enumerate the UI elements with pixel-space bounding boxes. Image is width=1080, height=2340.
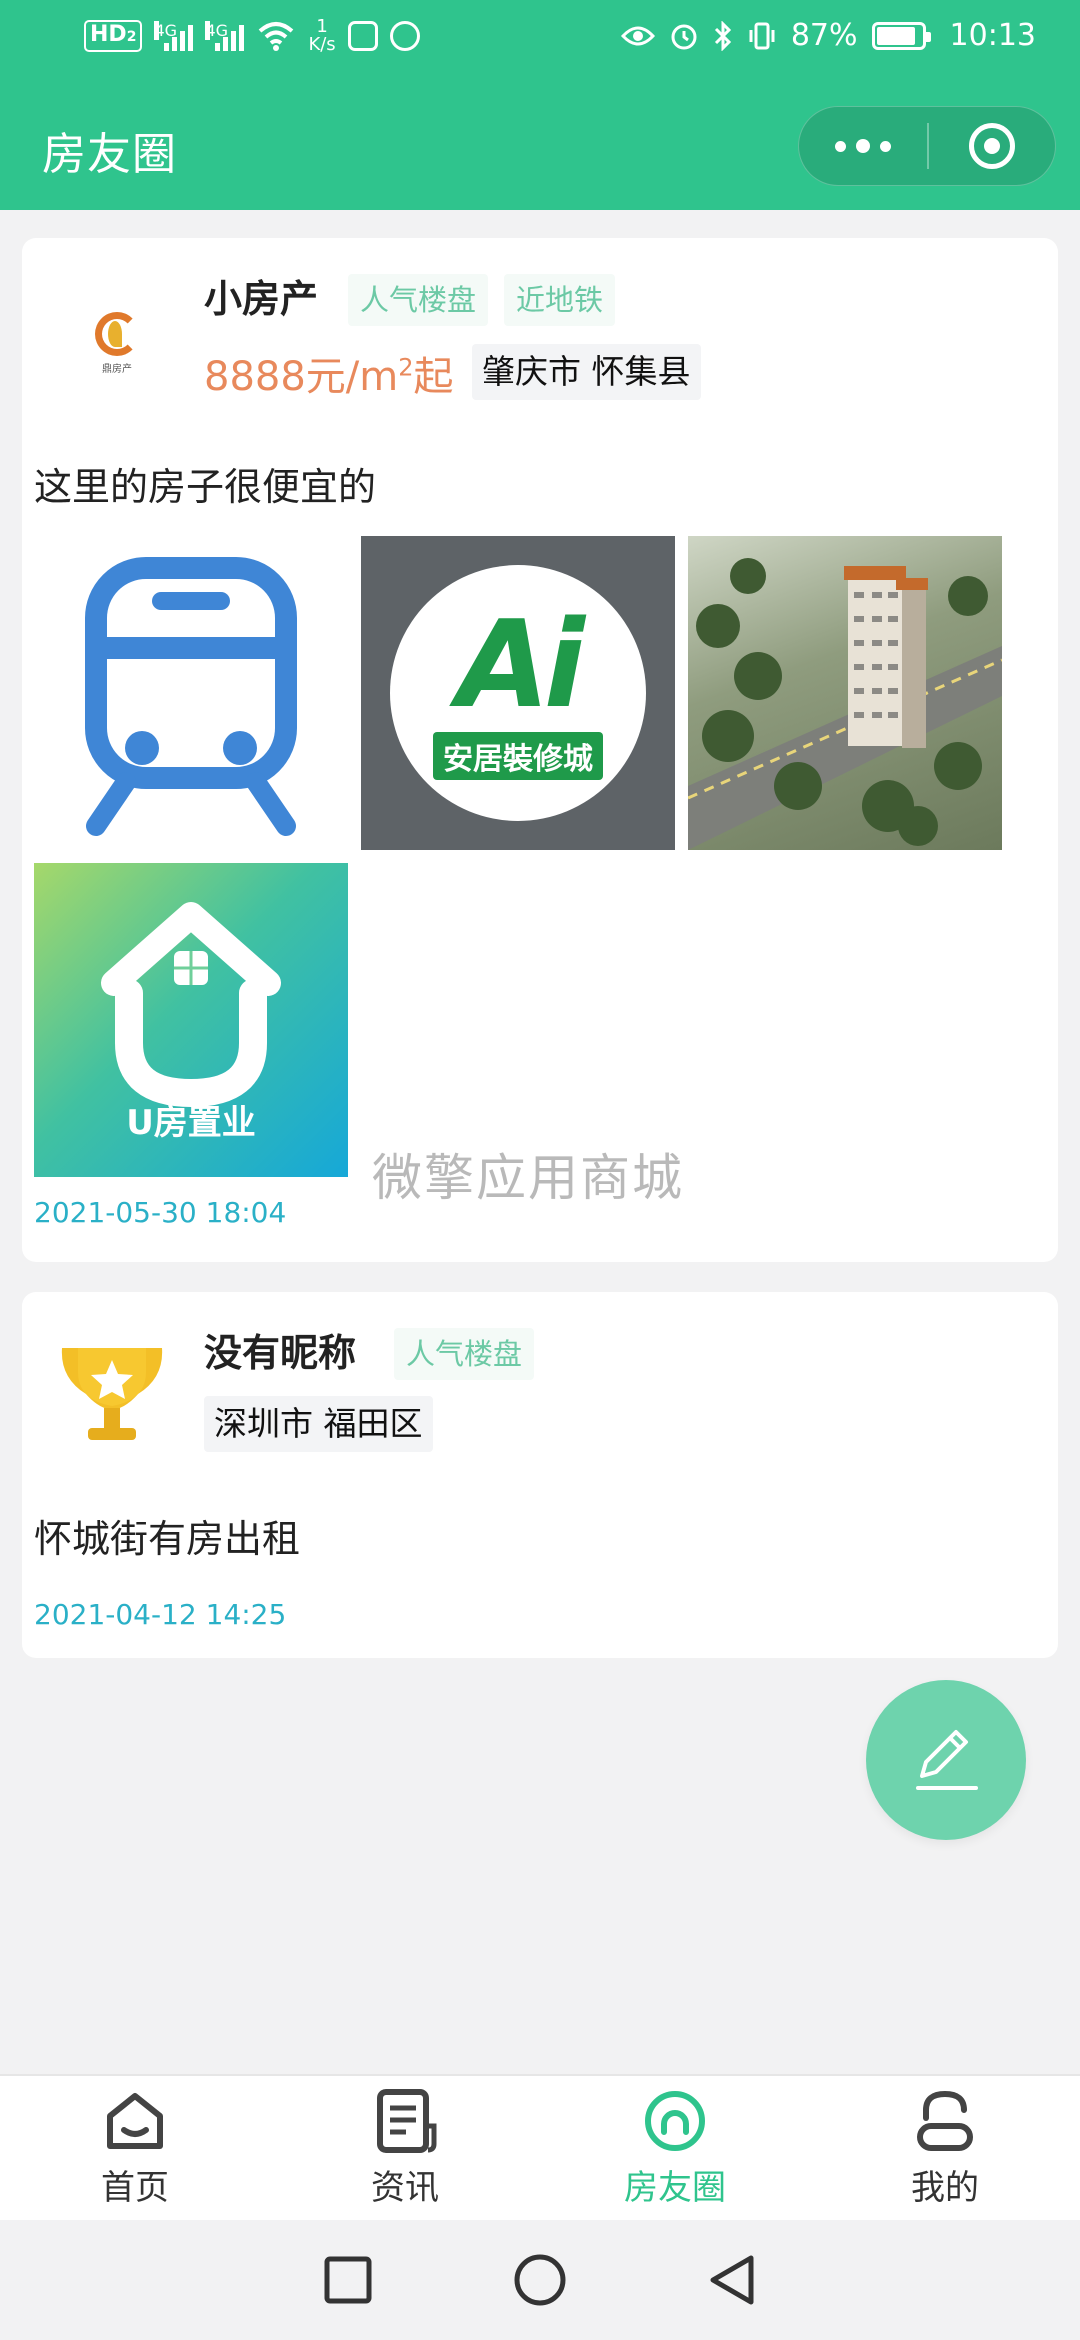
avatar[interactable]	[42, 1326, 182, 1456]
location-badge: 肇庆市 怀集县	[472, 344, 701, 400]
tab-home-label: 首页	[101, 2168, 169, 2208]
anju-logo-letters: Ai	[456, 596, 585, 735]
hand-notification-icon	[389, 21, 420, 51]
compose-post-button[interactable]	[866, 1680, 1026, 1840]
post-text: 这里的房子很便宜的	[34, 465, 377, 509]
post-time: 2021-04-12 14:25	[34, 1598, 287, 1631]
post-image-building[interactable]	[688, 536, 1002, 850]
price-suffix: 起	[413, 354, 454, 400]
tab-profile[interactable]: 我的	[810, 2076, 1080, 2220]
trophy-icon	[61, 1348, 163, 1440]
tag-badge: 人气楼盘	[394, 1328, 535, 1380]
post-image-metro[interactable]	[34, 536, 348, 850]
tab-circle-label: 房友圈	[624, 2168, 726, 2208]
network-type-label-2: 4G	[205, 21, 229, 40]
alarm-icon	[671, 24, 697, 49]
net-speed-unit: K/s	[308, 34, 336, 55]
app-notification-icon	[347, 21, 378, 51]
post-card[interactable]: 没有昵称 人气楼盘 深圳市 福田区 怀城街有房出租 2021-04-12 14:…	[22, 1292, 1058, 1658]
system-nav-bar	[0, 2220, 1080, 2340]
battery-percent: 87%	[790, 18, 858, 53]
more-dot-icon	[856, 139, 870, 153]
tab-circle[interactable]: 房友圈	[540, 2076, 810, 2220]
home-circle-icon[interactable]	[513, 2253, 567, 2307]
user-name[interactable]: 小房产	[204, 268, 318, 323]
avatar[interactable]: 鼎房产	[62, 288, 172, 398]
target-circle-icon	[969, 123, 1015, 169]
price-value: 8888元/m	[204, 354, 399, 400]
battery-icon	[871, 21, 931, 50]
status-bar: HD2 4G 4G 1 K/s 87% 10:13	[0, 0, 1080, 80]
price-unit-sup: 2	[398, 353, 414, 382]
tab-news[interactable]: 资讯	[270, 2076, 540, 2220]
top-bar: HD2 4G 4G 1 K/s 87% 10:13 房友圈	[0, 0, 1080, 210]
tag-badge: 人气楼盘	[348, 274, 489, 326]
page-title: 房友圈	[42, 129, 177, 180]
home-icon	[107, 2093, 163, 2149]
price: 8888元/m2起	[204, 344, 454, 402]
watermark: 微擎应用商城	[372, 1149, 684, 1207]
signal-icon: 4G	[154, 21, 194, 51]
clock: 10:13	[949, 18, 1036, 53]
news-icon	[377, 2089, 437, 2153]
post-card[interactable]: 鼎房产 小房产 人气楼盘 近地铁 8888元/m2起 肇庆市 怀集县 这里的房子…	[22, 238, 1058, 1262]
post-text: 怀城街有房出租	[34, 1517, 301, 1561]
signal-icon-2: 4G	[205, 21, 245, 51]
hd-label: HD	[90, 22, 127, 47]
close-miniprogram-button[interactable]	[929, 123, 1055, 169]
vibrate-icon	[749, 22, 775, 49]
tab-bar: 首页 资讯 房友圈 我的	[0, 2074, 1080, 2220]
post-image-ufang[interactable]: U房置业	[34, 863, 348, 1177]
tab-home[interactable]: 首页	[0, 2076, 270, 2220]
profile-icon	[917, 2090, 973, 2151]
ufang-logo-name: U房置业	[126, 1103, 256, 1143]
metro-icon	[85, 557, 297, 836]
post-time: 2021-05-30 18:04	[34, 1196, 287, 1229]
tag-badge: 近地铁	[504, 274, 616, 326]
more-dot-icon	[835, 140, 846, 152]
user-name[interactable]: 没有昵称	[204, 1322, 356, 1377]
status-left: HD2 4G 4G 1 K/s	[84, 18, 420, 54]
company-logo-icon	[95, 311, 139, 356]
eye-icon	[620, 26, 655, 45]
more-menu-button[interactable]	[799, 107, 927, 185]
anju-logo-icon: Ai 安居裝修城	[390, 565, 646, 821]
avatar-logo-text: 鼎房产	[102, 363, 132, 375]
tab-profile-label: 我的	[911, 2168, 979, 2208]
pencil-icon	[916, 1730, 978, 1790]
more-dot-icon	[880, 140, 891, 152]
anju-logo-name: 安居裝修城	[433, 732, 603, 780]
recents-square-icon[interactable]	[323, 2255, 373, 2305]
location-badge: 深圳市 福田区	[204, 1396, 433, 1452]
bluetooth-icon	[714, 20, 731, 51]
back-triangle-icon[interactable]	[707, 2253, 757, 2307]
circle-icon	[645, 2091, 705, 2151]
miniprogram-capsule	[798, 106, 1056, 186]
status-right: 87% 10:13	[620, 18, 1036, 53]
hd-sub-label: 2	[126, 29, 137, 45]
tab-news-label: 资讯	[371, 2168, 439, 2208]
wifi-icon	[259, 22, 294, 51]
hd-badge: HD2	[84, 20, 143, 52]
building-photo-icon	[688, 558, 1002, 850]
network-type-label: 4G	[154, 21, 178, 40]
net-speed: 1 K/s	[308, 18, 335, 54]
post-image-anju[interactable]: Ai 安居裝修城	[361, 536, 675, 850]
